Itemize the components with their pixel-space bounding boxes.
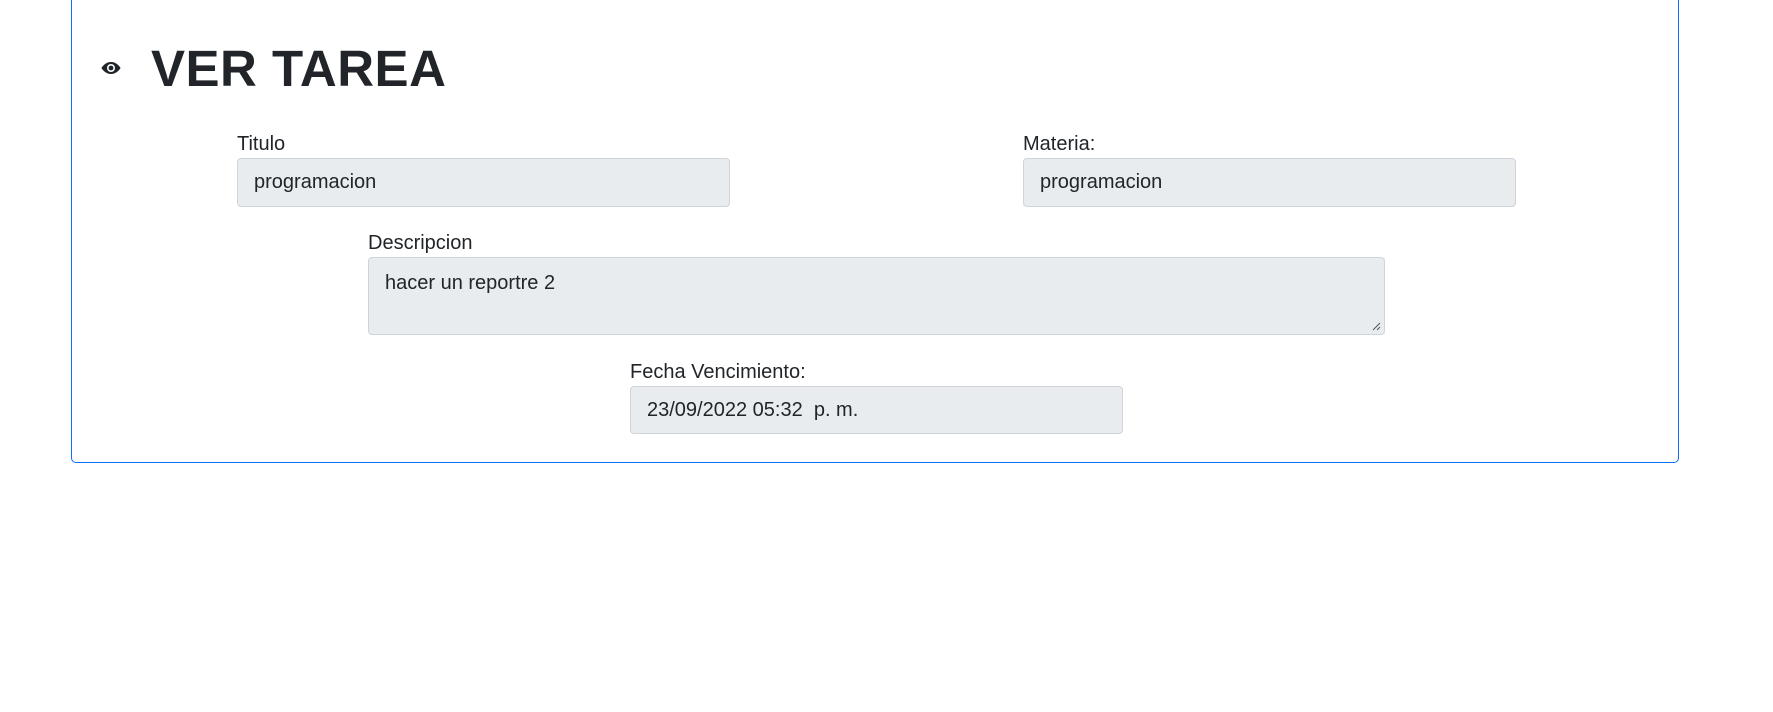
- fecha-vencimiento-label: Fecha Vencimiento:: [630, 361, 806, 383]
- titulo-value: programacion: [254, 171, 377, 193]
- fecha-vencimiento-value: 23/09/2022 05:32 p. m.: [647, 398, 859, 421]
- materia-value: programacion: [1040, 171, 1163, 193]
- resize-grip-icon[interactable]: [1371, 321, 1381, 331]
- page-title: VER TAREA: [151, 40, 447, 97]
- descripcion-label: Descripcion: [368, 232, 473, 254]
- titulo-field[interactable]: programacion: [237, 158, 730, 207]
- materia-label: Materia:: [1023, 133, 1096, 155]
- titulo-label: Titulo: [237, 133, 286, 155]
- fecha-vencimiento-field[interactable]: 23/09/2022 05:32 p. m.: [630, 386, 1123, 434]
- eye-icon: [101, 62, 121, 74]
- descripcion-value: hacer un reportre 2: [385, 272, 556, 294]
- descripcion-textarea[interactable]: hacer un reportre 2: [368, 257, 1385, 335]
- materia-field[interactable]: programacion: [1023, 158, 1516, 207]
